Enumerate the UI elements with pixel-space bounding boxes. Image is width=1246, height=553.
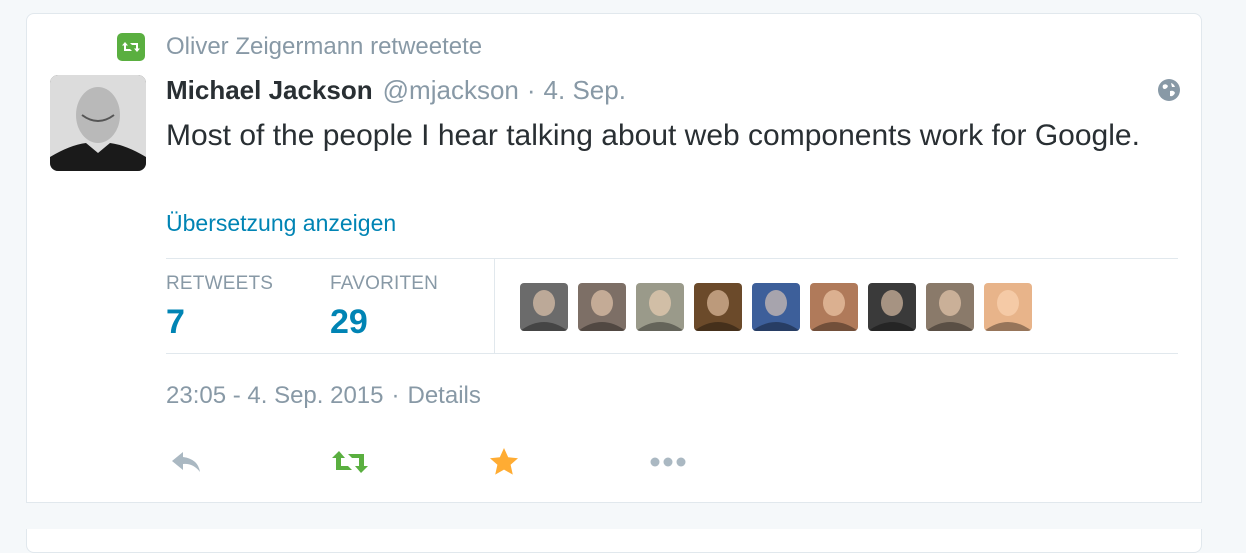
- card-footer-strip: [26, 502, 1202, 529]
- details-link[interactable]: Details: [408, 382, 481, 410]
- favorite-button[interactable]: [484, 444, 524, 480]
- favorites-label: FAVORITEN: [330, 273, 439, 294]
- stats-divider: [494, 259, 495, 353]
- star-icon: [490, 448, 518, 475]
- favoriter-avatar[interactable]: [694, 283, 742, 331]
- favorites-count[interactable]: 29: [330, 303, 438, 342]
- retweets-stat[interactable]: RETWEETS 7: [166, 273, 273, 342]
- favoriter-avatar[interactable]: [578, 283, 626, 331]
- favoriter-avatar[interactable]: [868, 283, 916, 331]
- more-button[interactable]: [648, 444, 688, 480]
- favoriter-avatar[interactable]: [810, 283, 858, 331]
- retweet-icon: [117, 33, 145, 61]
- retweets-count[interactable]: 7: [166, 303, 273, 342]
- retweets-label: RETWEETS: [166, 273, 274, 294]
- retweet-icon: [332, 451, 368, 473]
- favorites-stat[interactable]: FAVORITEN 29: [330, 273, 438, 342]
- favoriter-avatar[interactable]: [636, 283, 684, 331]
- favoriter-avatars: [520, 283, 1032, 331]
- retweeted-by-text[interactable]: Oliver Zeigermann retweetete: [166, 33, 482, 61]
- tweet-stats: RETWEETS 7 FAVORITEN 29: [166, 258, 1178, 354]
- globe-icon: [1157, 78, 1181, 102]
- reply-icon: [172, 452, 200, 472]
- favoriter-avatar[interactable]: [926, 283, 974, 331]
- tweet-header: Michael Jackson @mjackson · 4. Sep.: [166, 75, 626, 107]
- favoriter-avatar[interactable]: [752, 283, 800, 331]
- favoriter-avatar[interactable]: [984, 283, 1032, 331]
- more-icon: [650, 457, 686, 467]
- favoriter-avatar[interactable]: [520, 283, 568, 331]
- timestamp-separator: ·: [391, 382, 400, 409]
- header-separator: ·: [526, 75, 536, 105]
- tweet-text: Most of the people I hear talking about …: [166, 119, 1140, 152]
- author-handle[interactable]: @mjackson: [383, 75, 519, 106]
- tweet-timestamp: 23:05 - 4. Sep. 2015 · Details: [166, 382, 481, 410]
- author-name[interactable]: Michael Jackson: [166, 75, 373, 106]
- reply-button[interactable]: [166, 444, 206, 480]
- translate-link[interactable]: Übersetzung anzeigen: [166, 210, 396, 237]
- author-avatar[interactable]: [50, 75, 146, 171]
- tweet-date[interactable]: 4. Sep.: [544, 75, 626, 106]
- retweet-context: Oliver Zeigermann retweetete: [117, 33, 482, 61]
- timestamp-time[interactable]: 23:05 - 4. Sep. 2015: [166, 382, 384, 410]
- retweet-button[interactable]: [330, 444, 370, 480]
